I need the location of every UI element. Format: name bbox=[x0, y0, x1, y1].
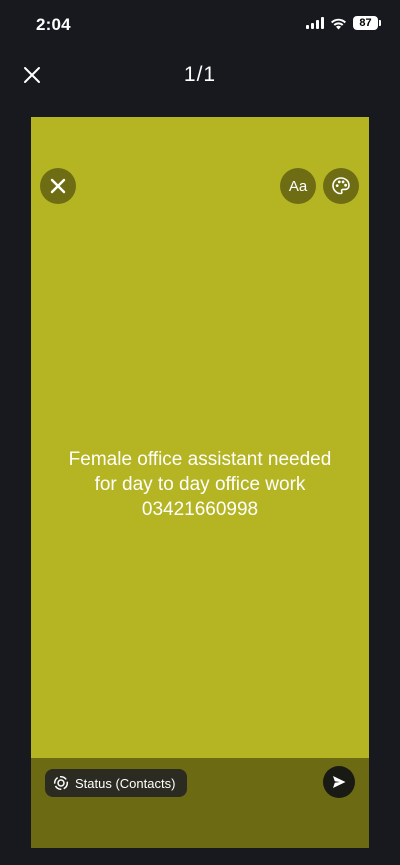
status-text-line: for day to day office work bbox=[94, 474, 306, 495]
status-card[interactable]: Aa Female office assistant needed for da… bbox=[31, 117, 369, 848]
battery-level: 87 bbox=[359, 17, 372, 29]
top-bar: 1/1 bbox=[0, 55, 400, 95]
palette-icon bbox=[332, 177, 350, 195]
background-color-button[interactable] bbox=[323, 168, 359, 204]
composer-footer: Status (Contacts) bbox=[31, 758, 369, 848]
system-status-bar: 2:04 87 bbox=[0, 0, 400, 50]
page-counter: 1/1 bbox=[183, 63, 217, 86]
audience-label: Status (Contacts) bbox=[75, 775, 176, 791]
close-icon bbox=[50, 178, 66, 194]
status-text-line: Female office assistant needed bbox=[68, 449, 332, 470]
signal-icon bbox=[306, 17, 324, 29]
status-composer-screen: 2:04 87 1/1 Aa Female office assistant n… bbox=[0, 0, 400, 865]
text-style-label: Aa bbox=[288, 177, 308, 195]
send-icon bbox=[333, 776, 346, 788]
status-icons: 87 bbox=[306, 16, 381, 30]
discard-button[interactable] bbox=[40, 168, 76, 204]
battery-icon: 87 bbox=[353, 16, 381, 30]
send-button[interactable] bbox=[323, 766, 355, 798]
audience-selector[interactable]: Status (Contacts) bbox=[45, 769, 188, 797]
status-time: 2:04 bbox=[36, 15, 71, 34]
text-style-button[interactable]: Aa bbox=[280, 168, 316, 204]
wifi-icon bbox=[331, 18, 346, 29]
status-ring-icon bbox=[53, 775, 69, 791]
status-text-line: 03421660998 bbox=[141, 499, 259, 520]
status-text[interactable]: Female office assistant needed for day t… bbox=[31, 447, 369, 522]
